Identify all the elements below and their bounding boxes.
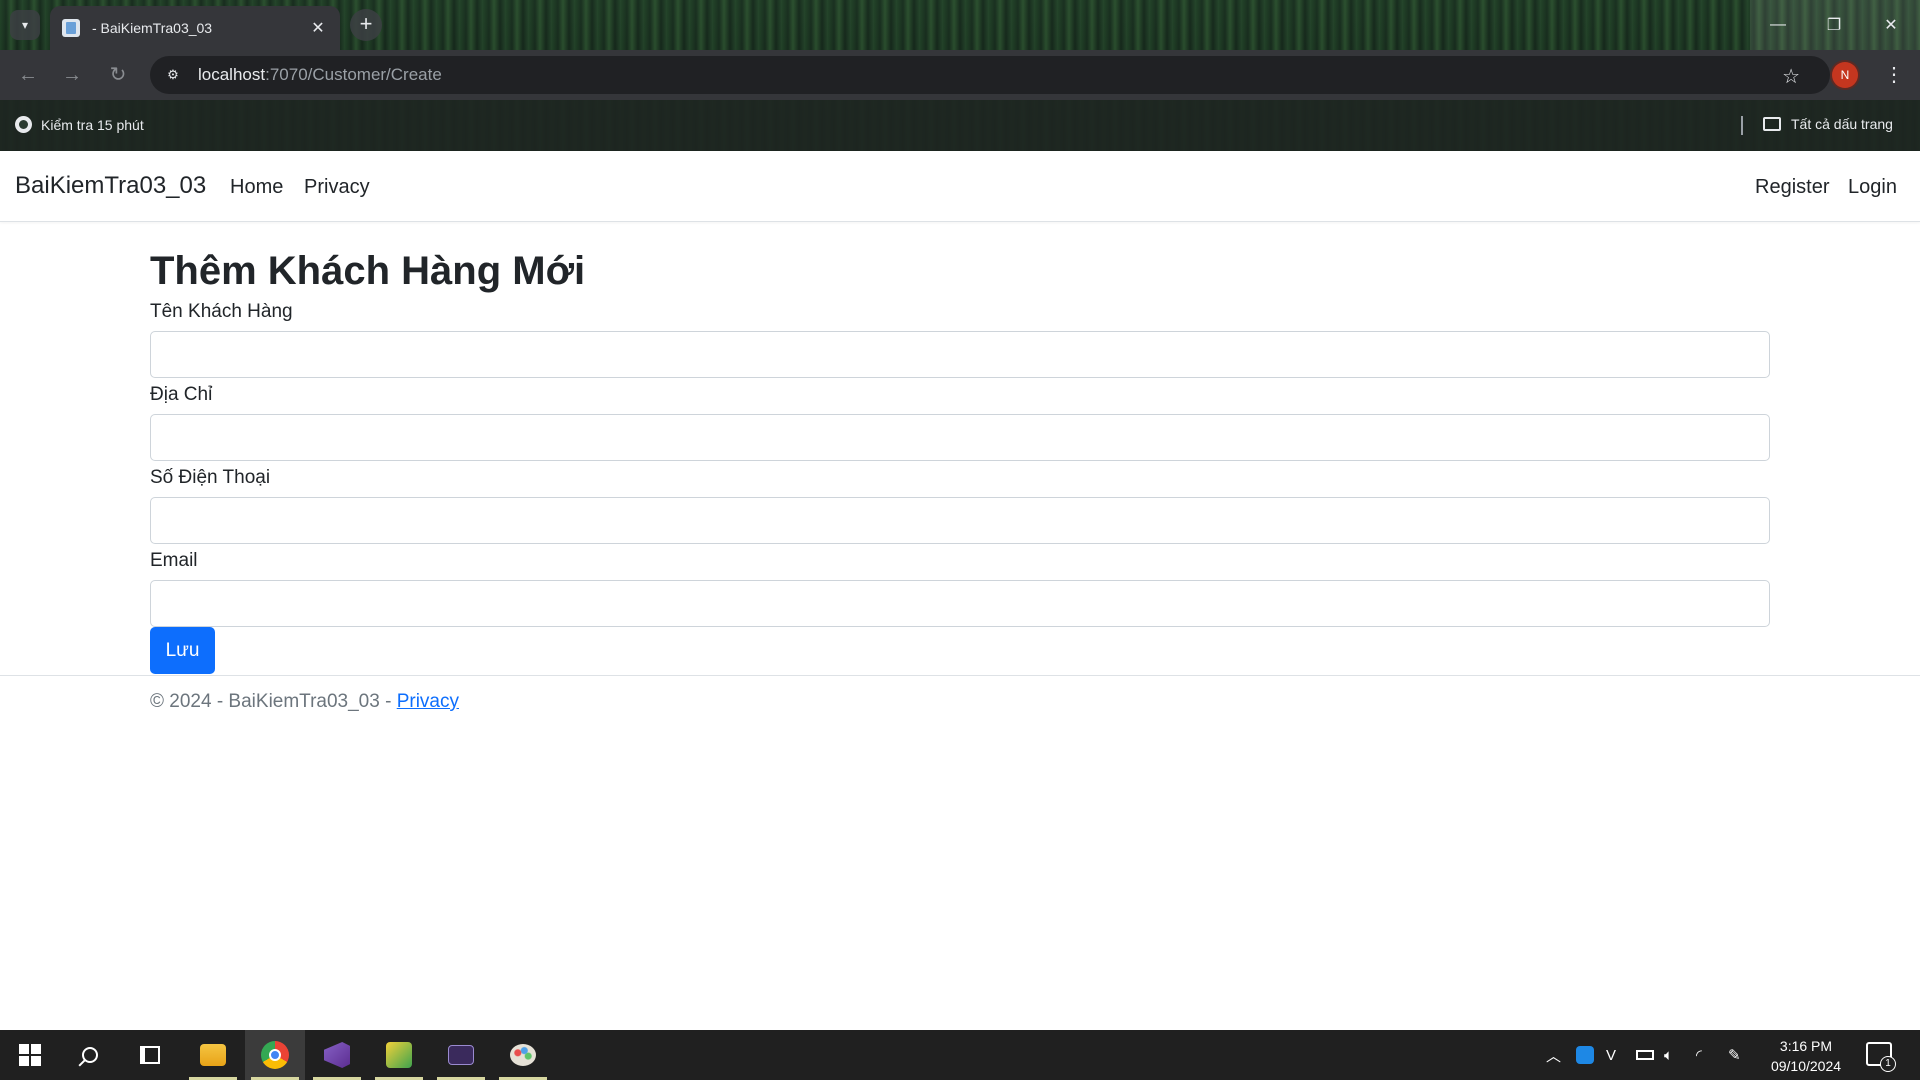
url-host: localhost [198, 65, 266, 84]
footer-text: © 2024 - BaiKiemTra03_03 - Privacy [150, 691, 459, 713]
clock-time: 3:16 PM [1779, 1038, 1833, 1054]
email-label: Email [150, 550, 198, 571]
reload-icon[interactable]: ↻ [104, 61, 132, 89]
new-tab-button[interactable]: + [350, 9, 382, 41]
task-view-icon [140, 1046, 160, 1064]
site-navbar: BaiKiemTra03_03 Home Privacy Register Lo… [0, 151, 1920, 222]
wifi-icon: ◜ [1696, 1047, 1702, 1064]
taskbar-chrome[interactable] [245, 1030, 305, 1080]
paint-icon [510, 1044, 536, 1066]
address-bar[interactable]: ⚙ localhost:7070/Customer/Create ☆ [150, 56, 1830, 94]
bookmark-label: Kiểm tra 15 phút [41, 116, 144, 133]
browser-toolbar: ← → ↻ ⚙ localhost:7070/Customer/Create ☆… [0, 50, 1920, 100]
task-view-button[interactable] [120, 1030, 180, 1080]
customer-name-label: Tên Khách Hàng [150, 301, 293, 322]
taskbar-clock[interactable]: 3:16 PM 09/10/2024 [1756, 1036, 1856, 1076]
tray-vpn[interactable]: V [1606, 1030, 1616, 1080]
bookmarks-bar: Kiểm tra 15 phút Tất cả dấu trang [0, 100, 1920, 151]
close-window-button[interactable]: ✕ [1862, 0, 1920, 50]
bookmark-item[interactable]: Kiểm tra 15 phút [15, 116, 144, 133]
nav-home-link[interactable]: Home [230, 176, 283, 199]
site-info-icon[interactable]: ⚙ [162, 64, 184, 86]
notification-count-badge: 1 [1880, 1056, 1896, 1072]
address-input[interactable] [150, 414, 1770, 461]
all-bookmarks-folder[interactable]: Tất cả dấu trang [1763, 116, 1893, 132]
footer-copyright: © 2024 - BaiKiemTra03_03 - [150, 691, 397, 712]
taskbar-paint[interactable] [493, 1030, 553, 1080]
phone-label: Số Điện Thoại [150, 467, 271, 488]
terminal-icon [448, 1045, 474, 1065]
nav-register-link[interactable]: Register [1755, 176, 1829, 199]
file-explorer-icon [200, 1044, 226, 1066]
forward-arrow-icon[interactable]: → [58, 61, 86, 89]
email-input[interactable] [150, 580, 1770, 627]
taskbar-dev-tool[interactable] [369, 1030, 429, 1080]
taskbar-file-explorer[interactable] [183, 1030, 243, 1080]
visual-studio-icon [324, 1042, 350, 1068]
back-arrow-icon[interactable]: ← [14, 61, 42, 89]
restore-button[interactable]: ❐ [1806, 0, 1862, 50]
bookmark-star-icon[interactable]: ☆ [1782, 64, 1800, 89]
chevron-up-icon: ︿ [1546, 1047, 1562, 1065]
tray-pen[interactable]: ✎ [1728, 1030, 1741, 1080]
bookmarks-divider [1741, 116, 1743, 135]
address-label: Địa Chỉ [150, 384, 213, 405]
windows-taskbar: ︿ V 🔈︎ ◜ ✎ 3:16 PM 09/10/2024 1 [0, 1030, 1920, 1080]
chevron-down-icon: ▾ [21, 18, 29, 32]
profile-avatar[interactable]: N [1832, 62, 1858, 88]
tab-search-button[interactable]: ▾ [10, 10, 40, 40]
zalo-icon [1576, 1046, 1594, 1064]
close-icon: ✕ [1884, 17, 1898, 34]
pen-icon: ✎ [1728, 1047, 1741, 1064]
folder-icon [1763, 117, 1781, 131]
dev-tool-icon [386, 1042, 412, 1068]
windows-logo-icon [19, 1044, 41, 1066]
chrome-icon [261, 1041, 289, 1069]
volume-icon: 🔈︎ [1664, 1046, 1674, 1064]
restore-icon: ❐ [1826, 17, 1842, 34]
taskbar-visual-studio[interactable] [307, 1030, 367, 1080]
nav-login-link[interactable]: Login [1848, 176, 1897, 199]
tray-battery[interactable] [1636, 1030, 1654, 1080]
search-icon [82, 1047, 98, 1063]
globe-icon [15, 116, 32, 133]
tray-volume[interactable]: 🔈︎ [1664, 1030, 1673, 1080]
start-button[interactable] [0, 1030, 60, 1080]
page-favicon-icon [62, 19, 80, 37]
save-button[interactable]: Lưu [150, 627, 215, 674]
browser-menu-icon[interactable]: ⋮ [1884, 62, 1904, 87]
nav-privacy-link[interactable]: Privacy [304, 176, 370, 199]
web-page: BaiKiemTra03_03 Home Privacy Register Lo… [0, 151, 1920, 1030]
active-tab[interactable]: - BaiKiemTra03_03 ✕ [50, 6, 340, 50]
url-path: :7070/Customer/Create [265, 65, 442, 84]
taskbar-terminal[interactable] [431, 1030, 491, 1080]
show-hidden-icons-button[interactable]: ︿ [1546, 1030, 1561, 1080]
taskbar-search-button[interactable] [60, 1030, 120, 1080]
clock-date: 09/10/2024 [1770, 1058, 1842, 1074]
tray-zalo[interactable] [1576, 1030, 1594, 1080]
footer-privacy-link[interactable]: Privacy [397, 691, 459, 712]
minimize-button[interactable]: — [1750, 0, 1806, 50]
customer-name-input[interactable] [150, 331, 1770, 378]
tab-title: - BaiKiemTra03_03 [92, 20, 213, 36]
vpn-icon: V [1606, 1046, 1617, 1064]
minimize-icon: — [1770, 16, 1786, 33]
tab-close-icon[interactable]: ✕ [308, 18, 328, 38]
site-brand[interactable]: BaiKiemTra03_03 [15, 172, 206, 200]
all-bookmarks-label: Tất cả dấu trang [1791, 116, 1893, 132]
page-title: Thêm Khách Hàng Mới [150, 249, 586, 293]
site-footer: © 2024 - BaiKiemTra03_03 - Privacy [0, 675, 1920, 735]
create-customer-form: Thêm Khách Hàng Mới Tên Khách Hàng Địa C… [150, 247, 1770, 674]
battery-icon [1636, 1050, 1654, 1060]
browser-chrome: ▾ - BaiKiemTra03_03 ✕ + — ❐ ✕ ← → ↻ ⚙ lo… [0, 0, 1920, 151]
tab-strip: ▾ - BaiKiemTra03_03 ✕ + — ❐ ✕ [0, 0, 1920, 50]
phone-input[interactable] [150, 497, 1770, 544]
tray-network[interactable]: ◜ [1696, 1030, 1702, 1080]
